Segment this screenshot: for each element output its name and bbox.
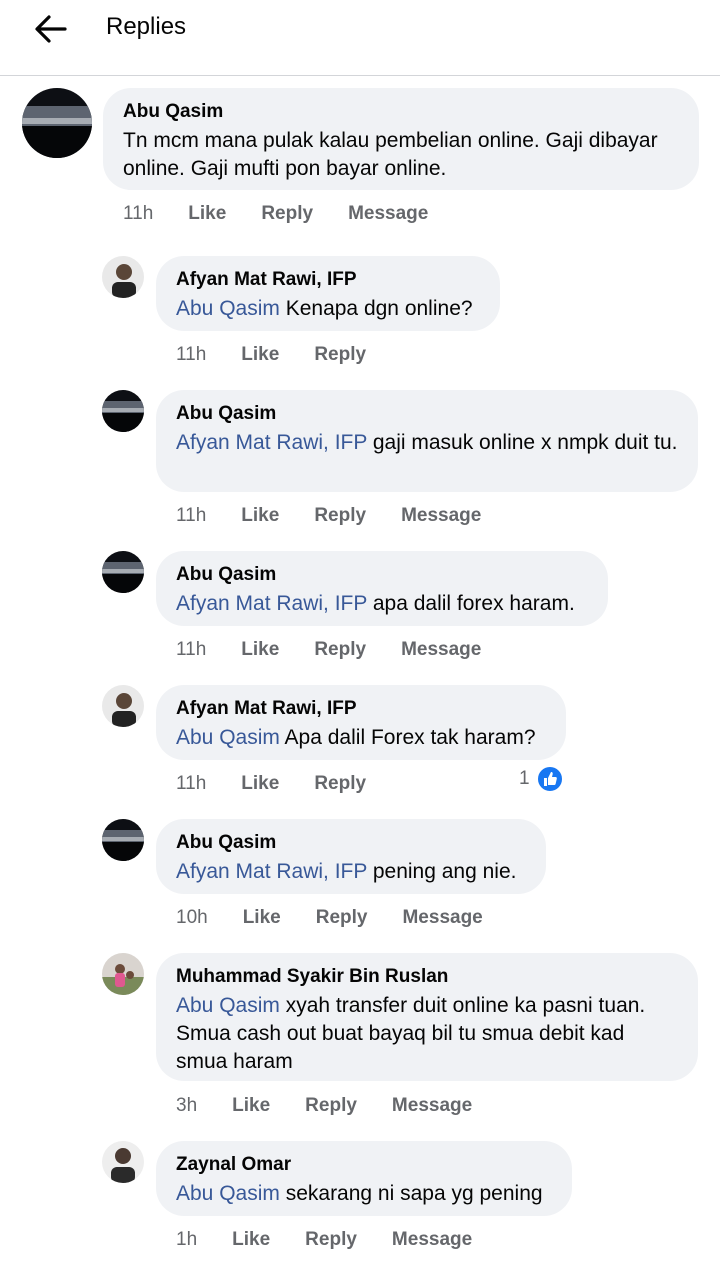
comment-bubble[interactable]: Abu Qasim Afyan Mat Rawi, IFP apa dalil …	[156, 551, 608, 626]
reaction-count: 1	[519, 768, 530, 789]
comment-author[interactable]: Afyan Mat Rawi, IFP	[176, 697, 546, 721]
avatar[interactable]	[22, 88, 92, 158]
comment-text: Tn mcm mana pulak kalau pembelian online…	[123, 129, 658, 180]
reaction-summary[interactable]: 1	[519, 765, 564, 793]
comment-bubble[interactable]: Abu Qasim Afyan Mat Rawi, IFP pening ang…	[156, 819, 546, 894]
like-button[interactable]: Like	[241, 773, 279, 795]
comment-time: 11h	[176, 639, 207, 660]
comment-actions: 11h Like Reply Message	[123, 203, 463, 225]
avatar[interactable]	[102, 953, 144, 995]
reply-button[interactable]: Reply	[314, 344, 366, 366]
comment-actions: 11h Like Reply	[176, 773, 401, 795]
comment-bubble[interactable]: Abu Qasim Tn mcm mana pulak kalau pembel…	[103, 88, 699, 190]
like-button[interactable]: Like	[243, 907, 281, 929]
reply-button[interactable]: Reply	[316, 907, 368, 929]
reply-button[interactable]: Reply	[314, 773, 366, 795]
mention-link[interactable]: Afyan Mat Rawi, IFP	[176, 431, 367, 454]
reply-button[interactable]: Reply	[305, 1229, 357, 1251]
comment-time: 11h	[176, 344, 207, 365]
comment-text: Abu Qasim Apa dalil Forex tak haram?	[176, 726, 536, 749]
comment-actions: 11h Like Reply Message	[176, 505, 516, 527]
comment-author[interactable]: Abu Qasim	[176, 402, 678, 426]
like-button[interactable]: Like	[241, 505, 279, 527]
like-button[interactable]: Like	[188, 203, 226, 225]
comment-author[interactable]: Abu Qasim	[123, 100, 679, 124]
comment-text: Abu Qasim xyah transfer duit online ka p…	[176, 994, 646, 1073]
comment-actions: 11h Like Reply	[176, 344, 401, 366]
avatar[interactable]	[102, 819, 144, 861]
comment-time: 10h	[176, 907, 208, 928]
comment-bubble[interactable]: Afyan Mat Rawi, IFP Abu Qasim Kenapa dgn…	[156, 256, 500, 331]
reply-button[interactable]: Reply	[305, 1095, 357, 1117]
comment-text: Afyan Mat Rawi, IFP pening ang nie.	[176, 860, 517, 883]
comment-bubble[interactable]: Abu Qasim Afyan Mat Rawi, IFP gaji masuk…	[156, 390, 698, 492]
message-button[interactable]: Message	[392, 1095, 472, 1117]
like-button[interactable]: Like	[232, 1229, 270, 1251]
page-title: Replies	[106, 13, 187, 40]
back-button[interactable]	[30, 10, 70, 48]
like-button[interactable]: Like	[241, 639, 279, 661]
comment-text: Afyan Mat Rawi, IFP apa dalil forex hara…	[176, 592, 575, 615]
mention-link[interactable]: Abu Qasim	[176, 726, 280, 749]
comment-author[interactable]: Abu Qasim	[176, 831, 526, 855]
comment-bubble[interactable]: Afyan Mat Rawi, IFP Abu Qasim Apa dalil …	[156, 685, 566, 760]
comment-time: 11h	[123, 203, 154, 224]
comment-author[interactable]: Muhammad Syakir Bin Ruslan	[176, 965, 678, 989]
avatar[interactable]	[102, 551, 144, 593]
message-button[interactable]: Message	[401, 505, 481, 527]
comment-actions: 1h Like Reply Message	[176, 1229, 507, 1251]
mention-link[interactable]: Afyan Mat Rawi, IFP	[176, 592, 367, 615]
comment-time: 1h	[176, 1229, 198, 1250]
comment-author[interactable]: Abu Qasim	[176, 563, 588, 587]
comment-text: Afyan Mat Rawi, IFP gaji masuk online x …	[176, 431, 678, 454]
comment-text: Abu Qasim sekarang ni sapa yg pening	[176, 1182, 543, 1205]
like-button[interactable]: Like	[232, 1095, 270, 1117]
comment-text: Abu Qasim Kenapa dgn online?	[176, 297, 473, 320]
comment-actions: 3h Like Reply Message	[176, 1095, 507, 1117]
avatar[interactable]	[102, 390, 144, 432]
reply-button[interactable]: Reply	[314, 505, 366, 527]
thumbs-up-icon	[535, 765, 564, 793]
mention-link[interactable]: Abu Qasim	[176, 994, 280, 1017]
comment-author[interactable]: Zaynal Omar	[176, 1153, 552, 1177]
avatar[interactable]	[102, 685, 144, 727]
avatar[interactable]	[102, 256, 144, 298]
mention-link[interactable]: Abu Qasim	[176, 1182, 280, 1205]
message-button[interactable]: Message	[402, 907, 482, 929]
reply-button[interactable]: Reply	[261, 203, 313, 225]
message-button[interactable]: Message	[401, 639, 481, 661]
comment-actions: 10h Like Reply Message	[176, 907, 518, 929]
comment-author[interactable]: Afyan Mat Rawi, IFP	[176, 268, 480, 292]
reply-button[interactable]: Reply	[314, 639, 366, 661]
mention-link[interactable]: Afyan Mat Rawi, IFP	[176, 860, 367, 883]
comment-actions: 11h Like Reply Message	[176, 639, 516, 661]
comment-bubble[interactable]: Zaynal Omar Abu Qasim sekarang ni sapa y…	[156, 1141, 572, 1216]
avatar[interactable]	[102, 1141, 144, 1183]
comment-time: 11h	[176, 773, 207, 794]
arrow-left-icon	[35, 15, 67, 43]
comment-time: 11h	[176, 505, 207, 526]
like-button[interactable]: Like	[241, 344, 279, 366]
top-bar: Replies	[0, 0, 720, 76]
message-button[interactable]: Message	[348, 203, 428, 225]
mention-link[interactable]: Abu Qasim	[176, 297, 280, 320]
comment-bubble[interactable]: Muhammad Syakir Bin Ruslan Abu Qasim xya…	[156, 953, 698, 1081]
message-button[interactable]: Message	[392, 1229, 472, 1251]
comment-time: 3h	[176, 1095, 198, 1116]
